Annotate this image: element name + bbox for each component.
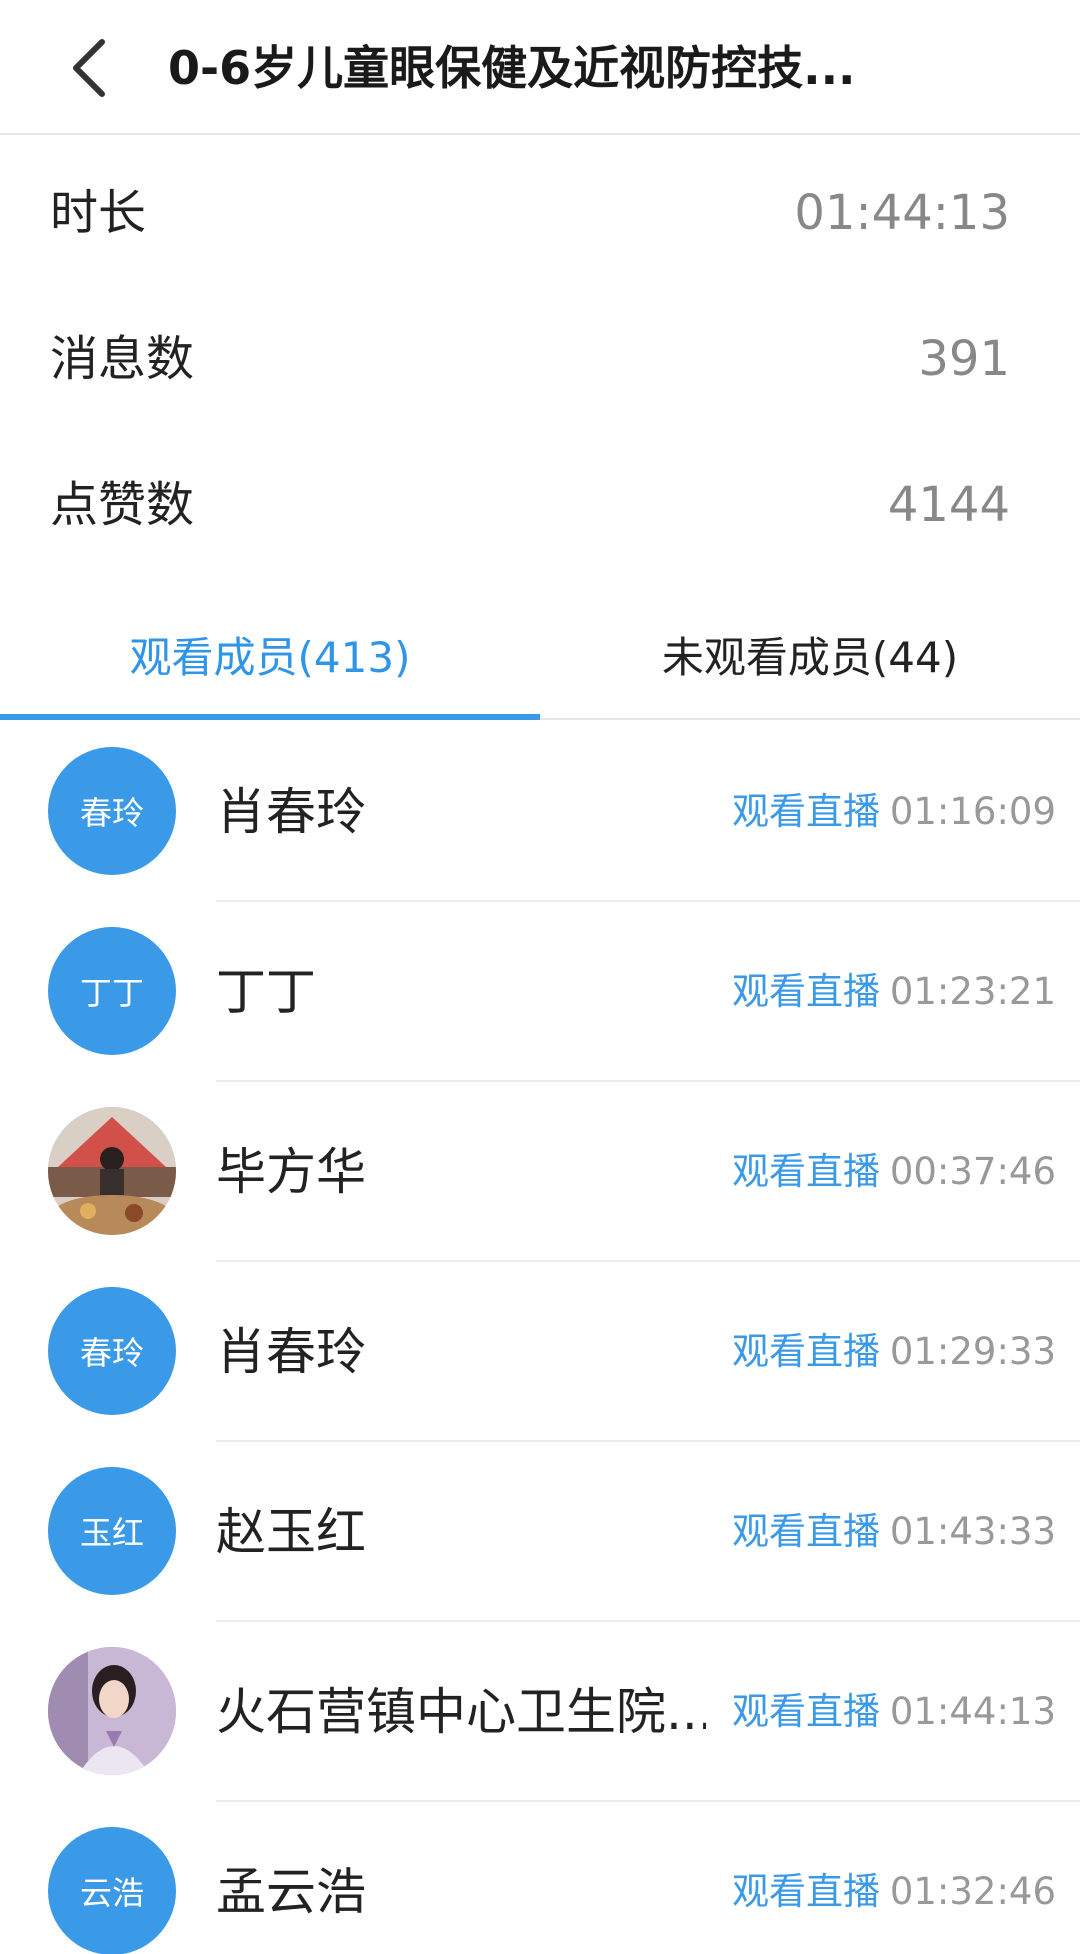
- watch-duration: 01:29:33: [889, 1330, 1056, 1373]
- watch-live-link[interactable]: 观看直播: [732, 1684, 880, 1740]
- list-item[interactable]: 春玲 肖春玲 观看直播 01:16:09: [0, 722, 1080, 902]
- stat-value: 01:44:13: [794, 185, 1010, 241]
- watch-live-link[interactable]: 观看直播: [732, 1504, 880, 1560]
- watch-live-link[interactable]: 观看直播: [732, 784, 880, 840]
- avatar: 春玲: [48, 747, 176, 875]
- watch-live-link[interactable]: 观看直播: [732, 1864, 880, 1920]
- watch-duration: 01:23:21: [889, 970, 1056, 1013]
- member-name: 孟云浩: [216, 1863, 366, 1921]
- list-item[interactable]: 春玲 肖春玲 观看直播 01:29:33: [0, 1262, 1080, 1442]
- watch-live-link[interactable]: 观看直播: [732, 964, 880, 1020]
- back-button[interactable]: [48, 28, 128, 108]
- member-name: 丁丁: [216, 963, 316, 1021]
- avatar: 丁丁: [48, 927, 176, 1055]
- member-name: 肖春玲: [216, 1323, 366, 1381]
- photo-avatar-icon: [48, 1107, 176, 1235]
- member-name: 赵玉红: [216, 1503, 366, 1561]
- page-title: 0-6岁儿童眼保健及近视防控技...: [168, 41, 856, 95]
- member-name: 肖春玲: [216, 783, 366, 841]
- list-item[interactable]: 丁丁 丁丁 观看直播 01:23:21: [0, 902, 1080, 1082]
- active-tab-indicator: [0, 714, 540, 720]
- stat-label: 时长: [50, 185, 147, 241]
- list-item[interactable]: 云浩 孟云浩 观看直播 01:32:46: [0, 1802, 1080, 1954]
- stat-value: 391: [918, 331, 1010, 387]
- chevron-left-icon: [73, 39, 105, 97]
- member-name: 毕方华: [216, 1143, 366, 1201]
- top-bar: 0-6岁儿童眼保健及近视防控技...: [0, 0, 1080, 135]
- list-item[interactable]: 火石营镇中心卫生院... 观看直播 01:44:13: [0, 1622, 1080, 1802]
- watch-duration: 01:44:13: [889, 1690, 1056, 1733]
- tab-watched-members[interactable]: 观看成员(413): [0, 590, 540, 718]
- watch-live-link[interactable]: 观看直播: [732, 1324, 880, 1380]
- avatar: 玉红: [48, 1467, 176, 1595]
- stat-row-likes: 点赞数 4144: [0, 432, 1080, 578]
- tab-unwatched-members[interactable]: 未观看成员(44): [540, 590, 1080, 718]
- list-item[interactable]: 玉红 赵玉红 观看直播 01:43:33: [0, 1442, 1080, 1622]
- watch-duration: 01:16:09: [889, 790, 1056, 833]
- stat-label: 点赞数: [50, 477, 195, 533]
- stat-row-duration: 时长 01:44:13: [0, 140, 1080, 286]
- member-name: 火石营镇中心卫生院...: [216, 1683, 706, 1741]
- watch-duration: 01:43:33: [889, 1510, 1056, 1553]
- watch-duration: 00:37:46: [889, 1150, 1056, 1193]
- avatar: 云浩: [48, 1827, 176, 1954]
- watch-live-link[interactable]: 观看直播: [732, 1144, 880, 1200]
- photo-avatar-icon: [48, 1647, 176, 1775]
- list-item[interactable]: 毕方华 观看直播 00:37:46: [0, 1082, 1080, 1262]
- stat-value: 4144: [887, 477, 1010, 533]
- watch-duration: 01:32:46: [889, 1870, 1056, 1913]
- avatar: 春玲: [48, 1287, 176, 1415]
- member-tabs: 观看成员(413) 未观看成员(44): [0, 590, 1080, 720]
- stat-row-messages: 消息数 391: [0, 286, 1080, 432]
- stat-label: 消息数: [50, 331, 195, 387]
